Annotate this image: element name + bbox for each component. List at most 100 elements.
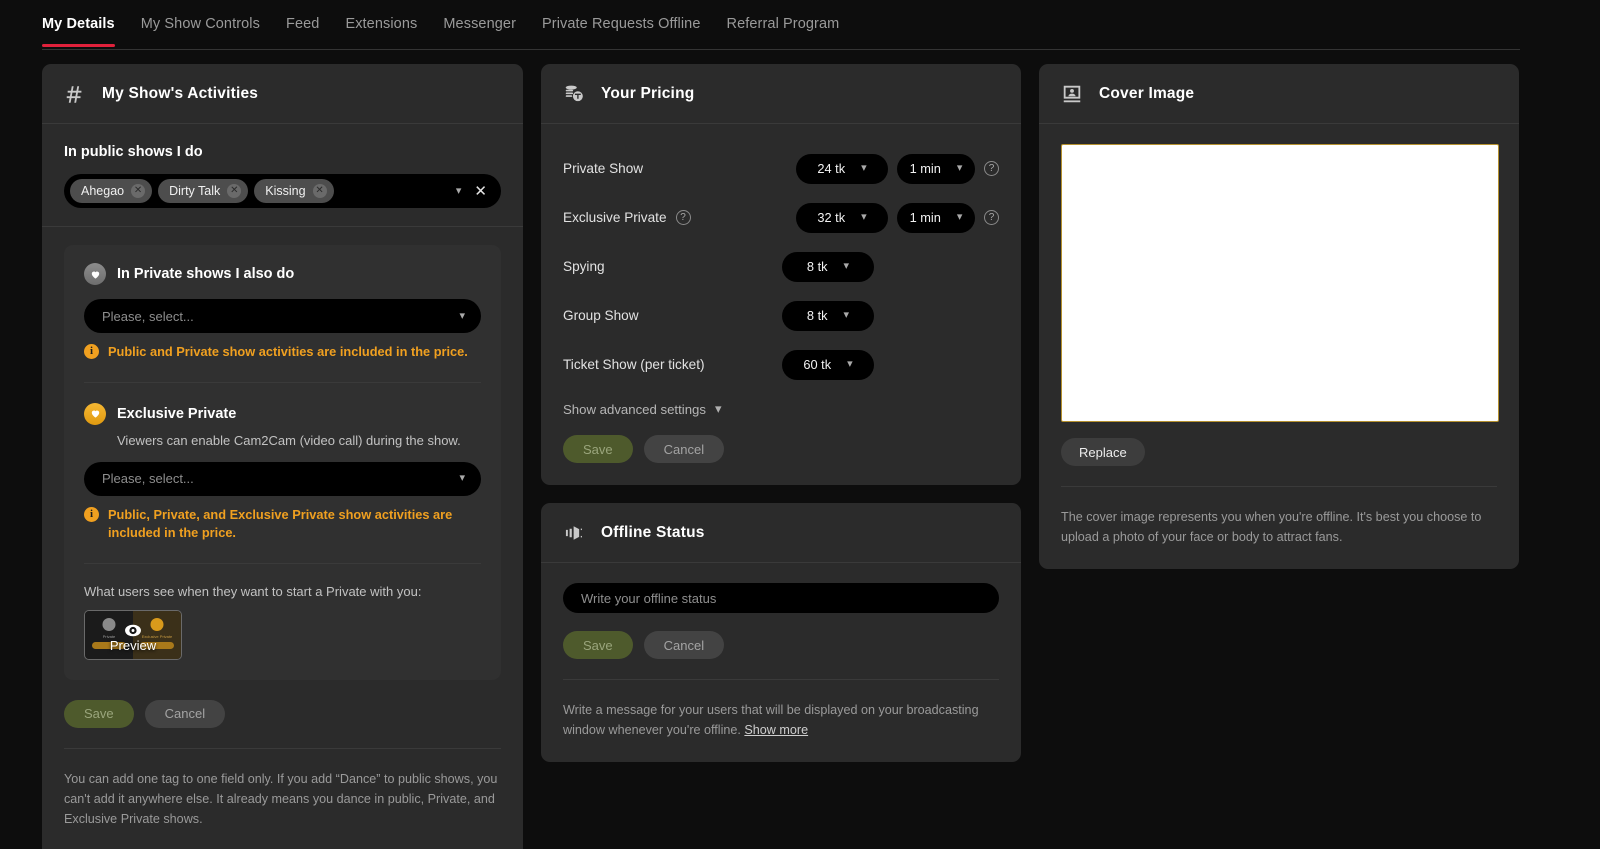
exclusive-private-duration-select[interactable]: 1 min ▾ [897, 203, 975, 233]
replace-cover-button[interactable]: Replace [1061, 438, 1145, 466]
tab-messenger[interactable]: Messenger [443, 0, 516, 46]
pricing-row-exclusive-private: Exclusive Private ? 32 tk ▾ 1 min ▾ [563, 193, 999, 242]
activities-save-button[interactable]: Save [64, 700, 134, 728]
activities-panel-body: In public shows I do Ahegao ✕ Dirty Talk… [42, 124, 523, 849]
tag-remove-icon[interactable]: ✕ [131, 184, 145, 198]
chevron-down-icon: ▾ [957, 212, 963, 223]
private-price-warning-text: Public and Private show activities are i… [108, 343, 468, 362]
pricing-label-text: Group Show [563, 308, 639, 323]
group-show-price-select[interactable]: 8 tk ▾ [782, 301, 874, 331]
pricing-row-controls: 8 tk ▾ [782, 301, 999, 331]
column-middle: Your Pricing Private Show 24 tk ▾ [541, 64, 1021, 849]
portrait-icon [1061, 83, 1083, 105]
heart-gold-icon [84, 403, 106, 425]
private-preview-thumbnail[interactable]: Private Exclusive Private [84, 610, 182, 660]
pricing-save-button[interactable]: Save [563, 435, 633, 463]
public-activities-tag-input[interactable]: Ahegao ✕ Dirty Talk ✕ Kissing ✕ ▾ [64, 174, 501, 208]
chevron-down-icon: ▾ [861, 163, 867, 174]
pricing-row-controls: 8 tk ▾ [782, 252, 999, 282]
tag-pill[interactable]: Kissing ✕ [254, 179, 333, 203]
offline-panel-body: Write your offline status Save Cancel Wr… [541, 563, 1021, 762]
page-root: My Details My Show Controls Feed Extensi… [0, 0, 1600, 849]
price-value: 60 tk [803, 357, 831, 372]
chevron-down-icon: ▾ [957, 163, 963, 174]
tab-my-details[interactable]: My Details [42, 0, 115, 46]
tag-pill[interactable]: Dirty Talk ✕ [158, 179, 248, 203]
private-show-help-icon[interactable]: ? [984, 161, 999, 176]
exclusive-private-label-help-icon[interactable]: ? [676, 210, 691, 225]
spying-price-select[interactable]: 8 tk ▾ [782, 252, 874, 282]
cover-panel-body: Replace The cover image represents you w… [1039, 124, 1519, 569]
price-value: 32 tk [817, 210, 845, 225]
cover-description: The cover image represents you when you'… [1061, 507, 1497, 547]
show-advanced-settings-toggle[interactable]: Show advanced settings ▾ [563, 401, 999, 417]
tab-extensions[interactable]: Extensions [345, 0, 417, 46]
pricing-panel-title: Your Pricing [601, 85, 694, 103]
pricing-row-controls: 60 tk ▾ [782, 350, 999, 380]
chevron-down-icon[interactable]: ▾ [456, 186, 462, 197]
divider [84, 382, 481, 383]
eye-icon [124, 624, 142, 637]
chevron-down-icon: ▾ [459, 311, 465, 322]
megaphone-icon [563, 522, 585, 544]
pricing-row-label: Private Show [563, 161, 643, 176]
cover-image-preview [1061, 144, 1499, 422]
main-tabbar: My Details My Show Controls Feed Extensi… [42, 0, 1520, 50]
pricing-row-label: Exclusive Private ? [563, 210, 691, 225]
cover-panel-title: Cover Image [1099, 85, 1194, 103]
my-show-activities-panel: My Show's Activities In public shows I d… [42, 64, 523, 849]
pricing-row-ticket-show: Ticket Show (per ticket) 60 tk ▾ [563, 340, 999, 389]
private-shows-heading-row: In Private shows I also do [84, 263, 481, 285]
public-shows-label: In public shows I do [64, 144, 501, 160]
show-advanced-settings-label: Show advanced settings [563, 402, 706, 417]
private-activities-select[interactable]: Please, select... ▾ [84, 299, 481, 333]
clear-all-tags-icon[interactable]: ✕ [474, 184, 487, 199]
activities-cancel-button[interactable]: Cancel [145, 700, 225, 728]
info-icon: i [84, 507, 99, 522]
tab-private-requests-offline[interactable]: Private Requests Offline [542, 0, 701, 46]
tag-label: Ahegao [81, 184, 124, 198]
price-value: 8 tk [807, 308, 828, 323]
pricing-row-spying: Spying 8 tk ▾ [563, 242, 999, 291]
private-activities-select-value: Please, select... [102, 309, 194, 324]
tag-pill[interactable]: Ahegao ✕ [70, 179, 152, 203]
exclusive-private-help-icon[interactable]: ? [984, 210, 999, 225]
tab-feed[interactable]: Feed [286, 0, 319, 46]
tag-remove-icon[interactable]: ✕ [313, 184, 327, 198]
exclusive-activities-select-value: Please, select... [102, 471, 194, 486]
pricing-label-text: Spying [563, 259, 605, 274]
offline-status-input[interactable]: Write your offline status [563, 583, 999, 613]
exclusive-activities-select[interactable]: Please, select... ▾ [84, 462, 481, 496]
divider [64, 748, 501, 749]
private-show-price-select[interactable]: 24 tk ▾ [796, 154, 888, 184]
divider [1061, 486, 1497, 487]
heart-grey-icon [84, 263, 106, 285]
tag-label: Kissing [265, 184, 305, 198]
exclusive-private-note: Viewers can enable Cam2Cam (video call) … [117, 433, 481, 448]
duration-value: 1 min [910, 210, 941, 225]
offline-cancel-button[interactable]: Cancel [644, 631, 724, 659]
pricing-cancel-button[interactable]: Cancel [644, 435, 724, 463]
exclusive-private-price-select[interactable]: 32 tk ▾ [796, 203, 888, 233]
tag-label: Dirty Talk [169, 184, 220, 198]
chevron-down-icon: ▾ [844, 261, 850, 272]
activities-button-row: Save Cancel [64, 700, 501, 728]
price-value: 8 tk [807, 259, 828, 274]
tab-referral-program[interactable]: Referral Program [727, 0, 840, 46]
activities-panel-header: My Show's Activities [42, 64, 523, 124]
offline-panel-header: Offline Status [541, 503, 1021, 563]
offline-save-button[interactable]: Save [563, 631, 633, 659]
tag-remove-icon[interactable]: ✕ [227, 184, 241, 198]
pricing-button-row: Save Cancel [563, 435, 999, 463]
tab-my-show-controls[interactable]: My Show Controls [141, 0, 260, 46]
columns-container: My Show's Activities In public shows I d… [42, 64, 1520, 849]
ticket-show-price-select[interactable]: 60 tk ▾ [782, 350, 874, 380]
column-left: My Show's Activities In public shows I d… [42, 64, 523, 849]
heart-gold-icon [151, 618, 164, 631]
heart-grey-icon [103, 618, 116, 631]
private-show-duration-select[interactable]: 1 min ▾ [897, 154, 975, 184]
preview-word: Preview [85, 638, 181, 653]
divider [42, 226, 523, 227]
offline-show-more-link[interactable]: Show more [744, 723, 808, 737]
activities-panel-title: My Show's Activities [102, 85, 258, 103]
